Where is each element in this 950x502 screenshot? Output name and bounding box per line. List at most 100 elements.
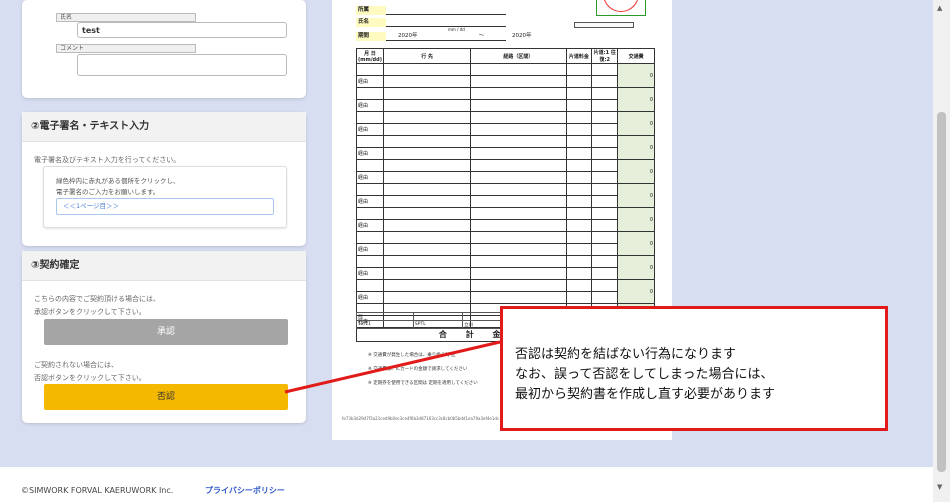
row-destination[interactable] xyxy=(382,87,472,100)
row-cell[interactable] xyxy=(382,195,472,208)
page-one-link[interactable]: ＜＜1ページ目＞＞ xyxy=(56,198,274,215)
row-trip[interactable] xyxy=(591,63,619,76)
row-cell[interactable] xyxy=(470,147,567,160)
row-cell[interactable] xyxy=(591,267,619,280)
row-cell[interactable] xyxy=(565,291,593,304)
row-cell[interactable] xyxy=(591,147,619,160)
row-fare[interactable] xyxy=(565,183,593,196)
row-fare[interactable] xyxy=(565,87,593,100)
approve-button[interactable]: 承認 xyxy=(44,319,288,345)
row-date[interactable] xyxy=(356,207,384,220)
row-cell[interactable] xyxy=(470,195,567,208)
row-cell[interactable] xyxy=(565,123,593,136)
row-trip[interactable] xyxy=(591,279,619,292)
row-destination[interactable] xyxy=(382,63,472,76)
row-cell[interactable] xyxy=(591,195,619,208)
row-cell[interactable] xyxy=(591,75,619,88)
row-cell[interactable] xyxy=(565,195,593,208)
row-cell[interactable] xyxy=(382,123,472,136)
reject-button[interactable]: 否認 xyxy=(44,384,288,410)
row-cell[interactable] xyxy=(470,171,567,184)
comment-input[interactable] xyxy=(77,54,287,76)
row-cell[interactable] xyxy=(591,291,619,304)
row-cell[interactable] xyxy=(382,267,472,280)
row-trip[interactable] xyxy=(591,87,619,100)
row-date[interactable] xyxy=(356,111,384,124)
row-destination[interactable] xyxy=(382,183,472,196)
row-route[interactable] xyxy=(470,231,567,244)
row-cell[interactable] xyxy=(591,243,619,256)
row-cell[interactable] xyxy=(382,75,472,88)
row-fare[interactable] xyxy=(565,159,593,172)
row-cell[interactable] xyxy=(382,219,472,232)
row-cell[interactable] xyxy=(591,219,619,232)
row-route[interactable] xyxy=(470,207,567,220)
row-cell[interactable] xyxy=(382,291,472,304)
row-cell[interactable] xyxy=(470,267,567,280)
row-route[interactable] xyxy=(470,183,567,196)
row-route[interactable] xyxy=(470,255,567,268)
row-fare[interactable] xyxy=(565,279,593,292)
row-route[interactable] xyxy=(470,111,567,124)
row-cell[interactable] xyxy=(591,123,619,136)
row-destination[interactable] xyxy=(382,279,472,292)
row-fare[interactable] xyxy=(565,135,593,148)
row-fare[interactable] xyxy=(565,231,593,244)
row-cell[interactable] xyxy=(565,99,593,112)
row-trip[interactable] xyxy=(591,231,619,244)
row-destination[interactable] xyxy=(382,135,472,148)
row-cell[interactable] xyxy=(470,75,567,88)
row-trip[interactable] xyxy=(591,255,619,268)
row-fare[interactable] xyxy=(565,111,593,124)
row-destination[interactable] xyxy=(382,111,472,124)
row-cell[interactable] xyxy=(565,147,593,160)
row-cell[interactable] xyxy=(565,267,593,280)
row-cell[interactable] xyxy=(565,75,593,88)
triangle-up-icon[interactable]: ▲ xyxy=(937,4,942,12)
row-date[interactable] xyxy=(356,255,384,268)
doc-stamp-area[interactable] xyxy=(596,0,646,16)
row-cell[interactable] xyxy=(382,243,472,256)
row-fare[interactable] xyxy=(565,255,593,268)
scrollbar-thumb[interactable] xyxy=(937,112,946,472)
row-destination[interactable] xyxy=(382,231,472,244)
row-trip[interactable] xyxy=(591,111,619,124)
row-date[interactable] xyxy=(356,159,384,172)
row-route[interactable] xyxy=(470,159,567,172)
row-cell[interactable] xyxy=(591,171,619,184)
row-route[interactable] xyxy=(470,87,567,100)
row-date[interactable] xyxy=(356,231,384,244)
row-date[interactable] xyxy=(356,135,384,148)
row-cell[interactable] xyxy=(565,243,593,256)
row-fare[interactable] xyxy=(565,63,593,76)
row-destination[interactable] xyxy=(382,255,472,268)
row-cell[interactable] xyxy=(382,171,472,184)
row-cell[interactable] xyxy=(382,147,472,160)
row-route[interactable] xyxy=(470,135,567,148)
row-date[interactable] xyxy=(356,87,384,100)
page-scrollbar[interactable]: ▲ ▼ xyxy=(933,0,950,502)
triangle-down-icon[interactable]: ▼ xyxy=(937,483,942,491)
row-cell[interactable] xyxy=(565,219,593,232)
row-fare[interactable] xyxy=(565,207,593,220)
row-cell[interactable] xyxy=(591,99,619,112)
row-cell[interactable] xyxy=(470,291,567,304)
row-route[interactable] xyxy=(470,63,567,76)
name-input[interactable]: test xyxy=(77,22,287,38)
row-route[interactable] xyxy=(470,279,567,292)
row-destination[interactable] xyxy=(382,207,472,220)
row-date[interactable] xyxy=(356,63,384,76)
row-cell[interactable] xyxy=(470,123,567,136)
row-cell[interactable] xyxy=(565,171,593,184)
row-cell[interactable] xyxy=(470,219,567,232)
row-cell[interactable] xyxy=(382,99,472,112)
doc-auto-input-button[interactable] xyxy=(574,22,634,28)
row-trip[interactable] xyxy=(591,135,619,148)
row-trip[interactable] xyxy=(591,183,619,196)
row-cell[interactable] xyxy=(470,99,567,112)
row-destination[interactable] xyxy=(382,159,472,172)
privacy-policy-link[interactable]: プライバシーポリシー xyxy=(205,485,285,496)
row-trip[interactable] xyxy=(591,159,619,172)
row-date[interactable] xyxy=(356,279,384,292)
row-trip[interactable] xyxy=(591,207,619,220)
